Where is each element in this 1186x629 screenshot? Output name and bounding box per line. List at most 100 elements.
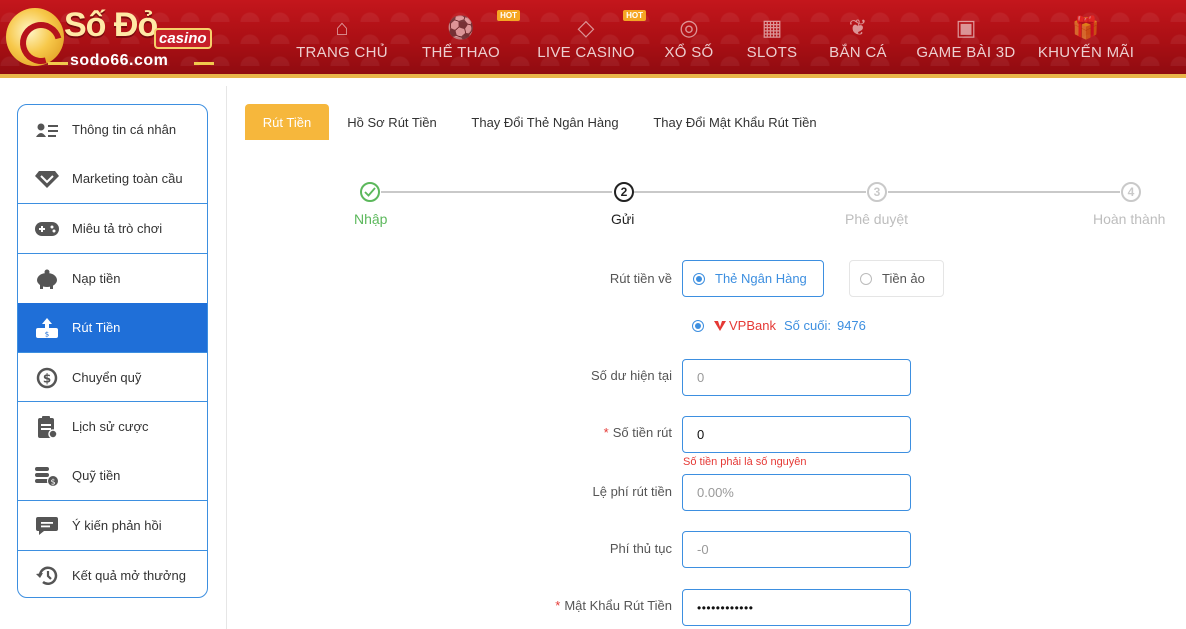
nav-item-promotions[interactable]: 🎁 KHUYẾN MÃI [1036,0,1136,74]
tab-change-withdraw-password[interactable]: Thay Đổi Mật Khẩu Rút Tiền [647,104,823,140]
withdraw-icon: $ [32,316,62,340]
id-card-icon [32,118,62,142]
fee-field: 0.00% [682,474,911,511]
main-nav: ⌂ TRANG CHỦ ⚽ THỂ THAO HOT ◇ LIVE CASINO… [290,0,1146,74]
sidebar-item-label: Thông tin cá nhân [72,122,177,137]
withdraw-to-label: Rút tiền về [609,271,672,286]
balance-label: Số dư hiện tại [591,368,672,383]
logo-casino-badge: casino [154,28,212,49]
sidebar-item-label: Marketing toàn cầu [72,171,183,186]
amount-label-text: Số tiền rút [612,425,672,440]
step-3-circle: 3 [867,182,887,202]
withdraw-password-input[interactable]: •••••••••••• [682,589,911,626]
sidebar-item-marketing[interactable]: Marketing toàn cầu [18,154,207,203]
fee-label: Lệ phí rút tiền [592,484,673,499]
sidebar-item-label: Miêu tả trò chơi [72,221,163,236]
sidebar-item-label: Quỹ tiền [72,468,121,483]
gift-icon: 🎁 [1072,15,1100,40]
nav-label: GAME BÀI 3D [916,44,1016,61]
sidebar-item-withdraw[interactable]: $ Rút Tiền [18,303,207,352]
option-bank-label: Thẻ Ngân Hàng [715,271,807,286]
tab-withdraw[interactable]: Rút Tiền [245,104,329,140]
step-4-circle: 4 [1121,182,1141,202]
sidebar-item-label: Lịch sử cược [72,419,149,434]
last-digits-label: Số cuối: [783,318,831,333]
clipboard-icon [32,415,62,439]
nav-label: XỔ SỐ [664,44,714,61]
nav-item-lottery[interactable]: ◎ XỔ SỐ [654,0,724,74]
cards-icon: ▣ [955,15,977,40]
hot-badge: HOT [623,10,646,21]
withdraw-password-label: * Mật Khẩu Rút Tiền [472,598,672,613]
vpbank-logo-icon [714,320,726,331]
chat-bubble-icon [32,514,62,538]
header-gold-strip [0,74,1186,78]
tab-withdraw-history[interactable]: Hồ Sơ Rút Tiền [338,104,446,140]
sidebar-item-game-desc[interactable]: Miêu tả trò chơi [18,204,207,253]
logo-swirl-icon [6,8,64,66]
svg-text:$: $ [45,330,49,338]
nav-item-home[interactable]: ⌂ TRANG CHỦ [290,0,394,74]
nav-item-fishing[interactable]: ❦ BẮN CÁ [820,0,896,74]
processing-fee-field: -0 [682,531,911,568]
nav-label: THỂ THAO [422,44,500,61]
option-virtual-currency[interactable]: Tiền ảo [849,260,944,297]
step-connector [634,191,866,193]
nav-label: LIVE CASINO [537,44,635,61]
step-2-label: Gửi [611,211,635,227]
amount-label: * Số tiền rút [472,425,672,440]
bank-account-option[interactable]: VPBank Số cuối: 9476 [692,318,866,333]
sidebar-item-funds[interactable]: $ Quỹ tiền [18,451,207,500]
fish-icon: ❦ [848,15,868,40]
piggy-bank-icon [32,267,62,291]
sidebar-item-results[interactable]: Kết quả mở thưởng [18,551,207,597]
required-marker: * [555,598,561,613]
history-icon [32,564,62,588]
sidebar-item-feedback[interactable]: Ý kiến phản hồi [18,501,207,550]
balance-field: 0 [682,359,911,396]
hot-badge: HOT [497,10,520,21]
nav-item-slots[interactable]: ▦ SLOTS [734,0,810,74]
site-header: Số Đỏ casino sodo66.com ⌂ TRANG CHỦ ⚽ TH… [0,0,1186,78]
sidebar-item-label: Ý kiến phản hồi [72,518,162,533]
radio-selected-icon [692,319,704,332]
step-4-label: Hoàn thành [1093,211,1166,227]
nav-item-live-casino[interactable]: ◇ LIVE CASINO HOT [528,0,646,74]
diamond-icon [32,167,62,191]
nav-label: SLOTS [746,44,798,61]
sidebar-item-label: Rút Tiền [72,320,121,335]
nav-label: TRANG CHỦ [296,44,388,61]
step-1-label: Nhập [354,211,388,227]
radio-selected-icon [693,272,705,285]
sidebar-item-label: Kết quả mở thưởng [72,568,186,583]
option-bank-card[interactable]: Thẻ Ngân Hàng [682,260,824,297]
step-1-circle [360,182,380,202]
nav-item-sports[interactable]: ⚽ THỂ THAO HOT [404,0,520,74]
amount-error-message: Số tiền phải là số nguyên [683,456,807,468]
site-logo[interactable]: Số Đỏ casino sodo66.com [4,4,224,72]
lottery-icon: ◎ [679,15,699,40]
processing-fee-label: Phí thủ tục [609,541,672,556]
amount-input[interactable]: 0 [682,416,911,453]
logo-dash-right [194,62,214,65]
logo-dash-left [48,62,68,65]
home-icon: ⌂ [335,15,349,40]
sidebar-item-profile[interactable]: Thông tin cá nhân [18,105,207,154]
step-2-circle: 2 [614,182,634,202]
step-connector [381,191,612,193]
logo-name: Số Đỏ [64,6,158,44]
sidebar-item-bet-history[interactable]: Lịch sử cược [18,402,207,451]
dollar-cycle-icon: $ [32,366,62,390]
tab-change-bank-card[interactable]: Thay Đổi Thẻ Ngân Hàng [466,104,624,140]
nav-item-card-games[interactable]: ▣ GAME BÀI 3D [906,0,1026,74]
required-marker: * [603,425,609,440]
sidebar-item-deposit[interactable]: Nạp tiền [18,254,207,303]
bank-name: VPBank [729,318,776,333]
nav-label: KHUYẾN MÃI [1037,44,1135,61]
last-digits-value: 9476 [836,318,866,333]
step-3-label: Phê duyệt [845,211,909,227]
sidebar-item-transfer[interactable]: $ Chuyển quỹ [18,353,207,402]
svg-text:$: $ [50,477,55,486]
option-virtual-label: Tiền ảo [882,271,925,286]
gamepad-icon [32,217,62,241]
